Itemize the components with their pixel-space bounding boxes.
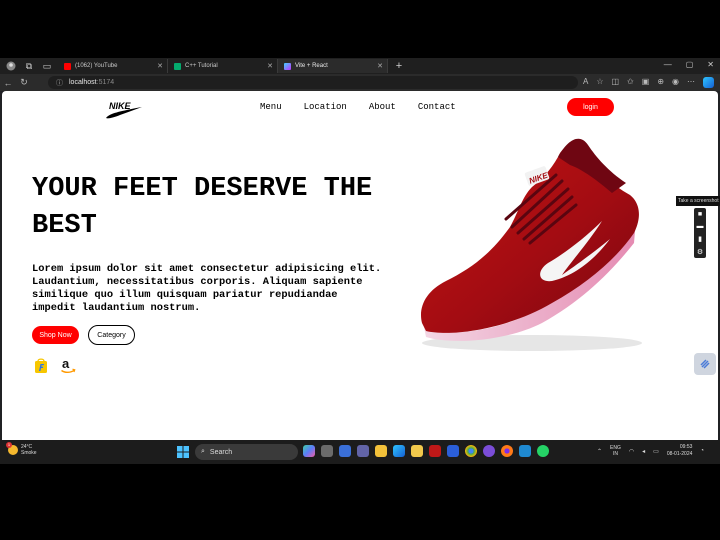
tab-actions-icon[interactable]: ▭ <box>40 59 54 73</box>
app-blue-icon[interactable] <box>447 445 459 457</box>
nav-about[interactable]: About <box>369 102 396 112</box>
favorites-icon[interactable]: ✩ <box>627 77 634 88</box>
date: 08-01-2024 <box>666 451 693 457</box>
search-icon: ⌕ <box>201 448 205 455</box>
url-host: localhost <box>69 79 97 86</box>
browser-tab-strip: ⧉ ▭ (1062) YouTube ✕ C++ Tutorial ✕ Vite… <box>0 58 720 74</box>
wifi-icon[interactable]: ◠ <box>629 448 634 455</box>
close-icon[interactable]: ✕ <box>157 62 163 70</box>
widgets-icon[interactable] <box>339 445 351 457</box>
widget-icon <box>700 359 710 369</box>
svg-text:a: a <box>62 357 70 371</box>
minimize-icon[interactable]: — <box>664 60 672 69</box>
file-explorer-icon[interactable] <box>375 445 387 457</box>
settings-icon[interactable]: ⚙ <box>697 248 703 256</box>
media-icon[interactable] <box>483 445 495 457</box>
browser-toolbar: A ☆ ◫ ✩ ▣ ⊕ ◉ ⋯ <box>583 77 714 88</box>
close-icon[interactable]: ✕ <box>267 62 273 70</box>
vite-icon <box>284 62 291 70</box>
screenshot-tooltip: Take a screenshot <box>676 196 720 206</box>
search-label: Search <box>209 448 233 456</box>
workspaces-icon[interactable]: ⧉ <box>22 59 36 73</box>
url-port: :5174 <box>96 79 115 86</box>
battery-icon[interactable]: ▭ <box>653 448 659 455</box>
taskbar-apps <box>303 445 549 457</box>
more-icon[interactable]: ⋯ <box>687 77 695 88</box>
notifications-icon[interactable]: ◔ <box>700 448 704 454</box>
weather-desc: Smoke <box>21 450 37 456</box>
windows-taskbar: 1 24°C Smoke ⌕ Search ⌃ ENG IN ◠ ◂ ▭ 09:… <box>0 440 720 464</box>
store-icon[interactable] <box>411 445 423 457</box>
tab-label: C++ Tutorial <box>185 63 218 69</box>
logo-text: NIKE <box>109 101 131 111</box>
nav-menu[interactable]: Menu <box>260 102 282 112</box>
window-controls: — ▢ ✕ <box>664 60 714 69</box>
hero-title: YOUR FEET DESERVE THE BEST <box>32 174 373 241</box>
teams-icon[interactable] <box>357 445 369 457</box>
read-aloud-icon[interactable]: A <box>583 77 588 88</box>
flipkart-icon[interactable] <box>34 358 48 374</box>
edge-sidebar-icon[interactable] <box>703 77 714 88</box>
video-icon[interactable]: ▮ <box>698 235 702 243</box>
screen: ⧉ ▭ (1062) YouTube ✕ C++ Tutorial ✕ Vite… <box>0 58 720 464</box>
amazon-icon[interactable]: a <box>60 357 76 375</box>
refresh-split-icon[interactable]: ◫ <box>611 77 619 88</box>
collections-icon[interactable]: ▣ <box>642 77 650 88</box>
notification-badge: 1 <box>6 442 12 448</box>
tab-youtube[interactable]: (1062) YouTube ✕ <box>58 59 168 73</box>
w3schools-icon <box>174 62 181 70</box>
mcafee-icon[interactable] <box>429 445 441 457</box>
screenshot-toolbar: ■ ▬ ▮ ⚙ <box>694 208 706 258</box>
tab-label: Vite + React <box>295 63 328 69</box>
youtube-icon <box>64 62 71 70</box>
tab-vite-react[interactable]: Vite + React ✕ <box>278 59 388 73</box>
url-field[interactable]: ⓘ localhost:5174 <box>48 76 578 89</box>
shoe-image: NIKE <box>421 138 642 351</box>
floating-widget[interactable] <box>694 353 716 375</box>
main-nav: Menu Location About Contact <box>260 102 456 112</box>
windows-start-icon[interactable] <box>177 446 189 458</box>
shop-now-button[interactable]: Shop Now <box>32 326 79 344</box>
time: 09:53 <box>679 444 693 450</box>
address-bar-row: ← ↻ ⓘ localhost:5174 A ☆ ◫ ✩ ▣ ⊕ ◉ ⋯ <box>0 74 720 91</box>
firefox-icon[interactable] <box>501 445 513 457</box>
copilot-icon[interactable]: ◉ <box>672 77 679 88</box>
chrome-icon[interactable] <box>465 445 477 457</box>
taskbar-search[interactable]: ⌕ Search <box>195 444 298 460</box>
close-window-icon[interactable]: ✕ <box>707 60 714 69</box>
hero-description: Lorem ipsum dolor sit amet consectetur a… <box>32 263 382 314</box>
nav-contact[interactable]: Contact <box>418 102 456 112</box>
camera-icon[interactable]: ■ <box>698 211 702 218</box>
clock[interactable]: 09:53 08-01-2024 <box>667 444 693 458</box>
category-button[interactable]: Category <box>88 325 135 345</box>
profile-icon[interactable] <box>4 59 18 73</box>
vscode-icon[interactable] <box>519 445 531 457</box>
language-indicator[interactable]: ENG IN <box>610 445 621 457</box>
site-info-icon[interactable]: ⓘ <box>56 78 63 88</box>
weather-icon: 1 <box>6 442 18 455</box>
task-view-icon[interactable] <box>321 445 333 457</box>
system-tray: ⌃ ENG IN ◠ ◂ ▭ 09:53 08-01-2024 ◔ <box>597 444 704 458</box>
volume-icon[interactable]: ◂ <box>642 448 645 455</box>
new-tab-icon[interactable]: + <box>392 59 406 73</box>
weather-widget[interactable]: 1 24°C Smoke <box>6 442 37 456</box>
tab-label: (1062) YouTube <box>75 63 118 69</box>
lang-bottom: IN <box>612 451 618 457</box>
chevron-up-icon[interactable]: ⌃ <box>597 448 602 455</box>
whatsapp-icon[interactable] <box>537 445 549 457</box>
favorite-icon[interactable]: ☆ <box>596 77 603 88</box>
extensions-icon[interactable]: ⊕ <box>657 77 664 88</box>
edge-icon[interactable] <box>393 445 405 457</box>
copilot-app-icon[interactable] <box>303 445 315 457</box>
nav-location[interactable]: Location <box>304 102 347 112</box>
nike-logo[interactable]: NIKE <box>105 100 143 120</box>
screen-icon[interactable]: ▬ <box>697 223 704 230</box>
login-button[interactable]: login <box>567 98 614 116</box>
web-page: NIKE Menu Location About Contact login Y… <box>2 91 718 463</box>
close-icon[interactable]: ✕ <box>377 62 383 70</box>
tab-cpp-tutorial[interactable]: C++ Tutorial ✕ <box>168 59 278 73</box>
maximize-icon[interactable]: ▢ <box>686 60 694 69</box>
refresh-icon[interactable]: ↻ <box>16 77 32 88</box>
back-icon[interactable]: ← <box>0 78 16 88</box>
